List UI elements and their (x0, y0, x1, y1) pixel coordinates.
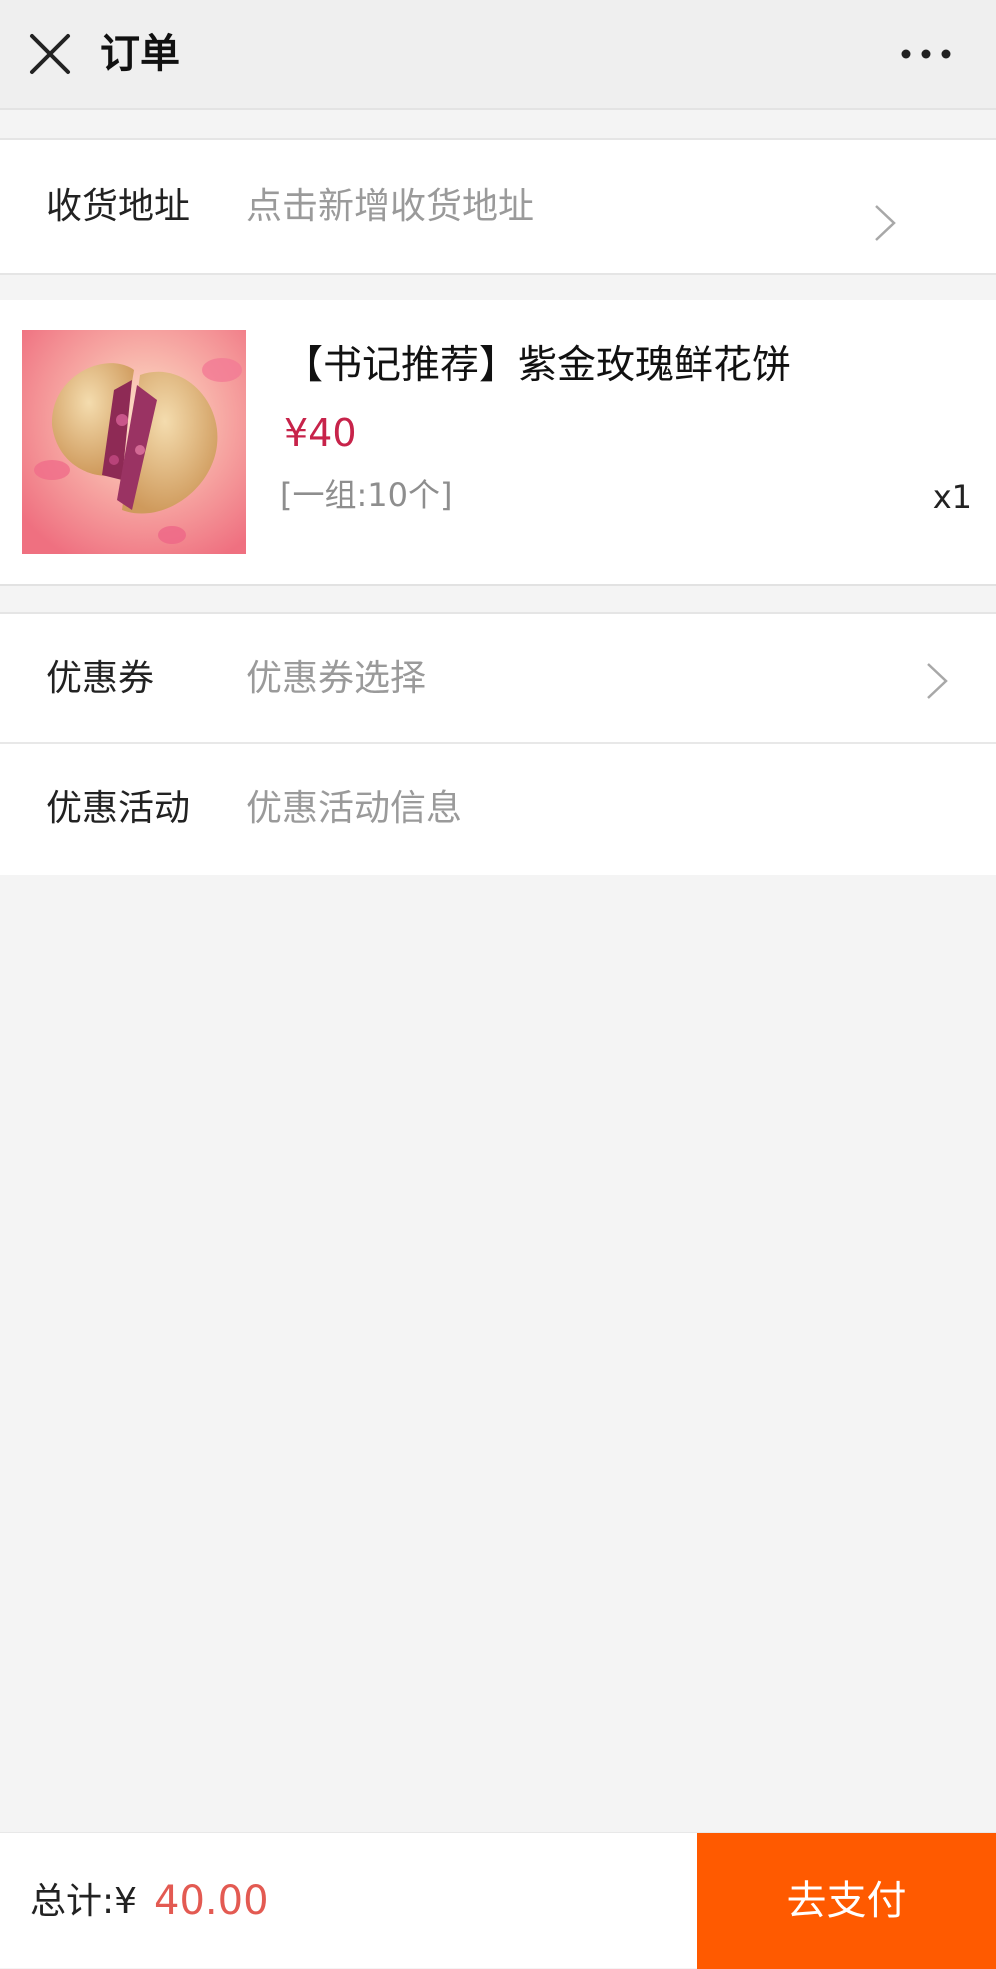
total-label: 总计:¥ (30, 1881, 138, 1922)
coupon-label: 优惠券 (46, 658, 155, 699)
coupon-value: 优惠券选择 (246, 658, 427, 699)
product-quantity: x1 (932, 478, 972, 516)
rose-flower-cake-image (22, 330, 246, 554)
promotion-value: 优惠活动信息 (246, 788, 463, 829)
coupon-row[interactable]: 优惠券 优惠券选择 (0, 612, 996, 744)
product-name[interactable]: 【书记推荐】紫金玫瑰鲜花饼 (284, 338, 791, 394)
pay-button[interactable]: 去支付 (697, 1833, 996, 1969)
title-bar: 订单 (0, 0, 996, 110)
promotion-row[interactable]: 优惠活动 优惠活动信息 (0, 744, 996, 875)
chevron-right-icon (875, 205, 896, 241)
product-image (22, 330, 246, 554)
chevron-right-icon (927, 663, 948, 699)
checkout-bar: 总计:¥ 40.00 去支付 (0, 1832, 996, 1969)
address-placeholder: 点击新增收货地址 (246, 186, 535, 227)
product-price: ¥40 (284, 411, 357, 455)
more-dots-icon (901, 49, 951, 59)
promotion-label: 优惠活动 (46, 788, 191, 829)
product-spec: [一组:10个] (280, 476, 453, 514)
total-amount: 40.00 (154, 1878, 269, 1924)
address-label: 收货地址 (46, 186, 191, 227)
close-button[interactable] (24, 28, 76, 80)
close-icon (30, 34, 70, 74)
address-row[interactable]: 收货地址 点击新增收货地址 (0, 138, 996, 275)
more-button[interactable] (896, 36, 956, 72)
page-title: 订单 (100, 31, 180, 77)
